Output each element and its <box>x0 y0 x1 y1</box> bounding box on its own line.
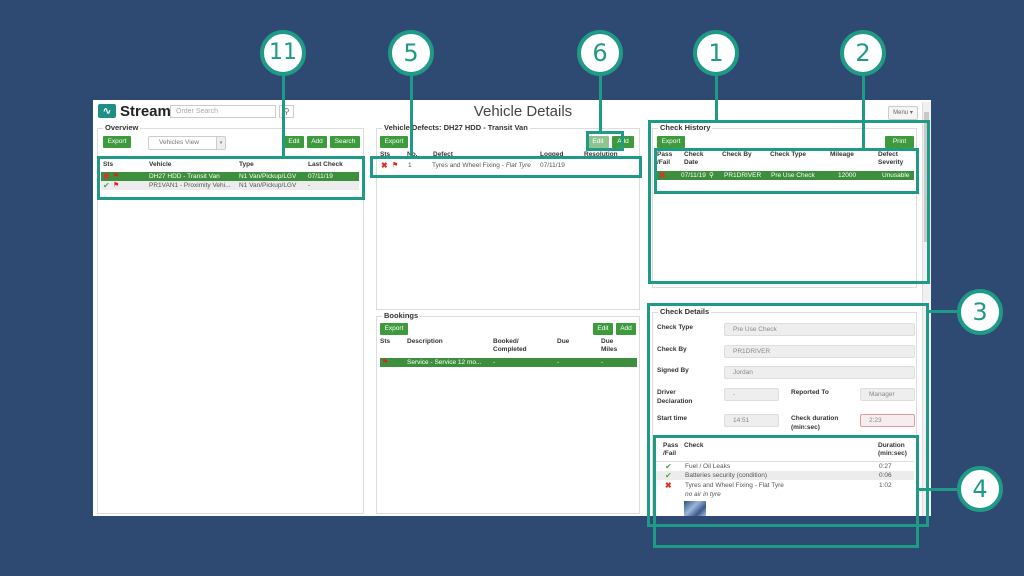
due-cell: - <box>557 359 560 366</box>
col-sts: Sts <box>380 338 391 345</box>
bookings-panel: Bookings Export Edit Add Sts Description… <box>376 311 640 514</box>
annotation-line-3 <box>929 310 959 313</box>
view-select-value: Vehicles View <box>159 139 199 146</box>
booked-cell: - <box>493 359 496 366</box>
page-title: Vehicle Details <box>473 103 573 120</box>
annotation-line-1 <box>715 76 718 122</box>
bookings-title: Bookings <box>382 311 421 320</box>
logo[interactable]: ∿ Stream <box>98 102 171 120</box>
order-search-input[interactable]: Order Search <box>170 105 276 118</box>
annotation-box-4 <box>653 435 919 548</box>
export-button[interactable]: Export <box>380 323 408 335</box>
annotation-box-1 <box>648 120 930 284</box>
due-miles-cell: - <box>601 359 604 366</box>
flag-icon: ⚑ <box>382 359 389 366</box>
logo-text: Stream <box>120 102 171 120</box>
annotation-badge-2: 2 <box>840 30 886 76</box>
col-booked: Booked/ Completed <box>493 338 527 353</box>
annotation-badge-5: 5 <box>388 30 434 76</box>
annotation-badge-4: 4 <box>957 466 1003 512</box>
annotation-badge-1: 1 <box>693 30 739 76</box>
col-due: Due <box>557 338 570 345</box>
vehicle-defects-title: Vehicle Defects: DH27 HDD - Transit Van <box>382 123 530 132</box>
search-button[interactable]: Search <box>330 136 360 148</box>
top-bar: ∿ Stream Order Search ⚲ Vehicle Details … <box>93 100 931 122</box>
export-button[interactable]: Export <box>380 136 408 148</box>
annotation-line-6 <box>599 76 602 133</box>
annotation-line-4 <box>919 488 959 491</box>
description-cell: Service - Service 12 mo... <box>407 359 482 366</box>
edit-button[interactable]: Edit <box>284 136 304 148</box>
annotation-badge-6: 6 <box>577 30 623 76</box>
edit-button[interactable]: Edit <box>593 323 613 335</box>
annotation-box-6 <box>586 131 624 151</box>
add-button[interactable]: Add <box>616 323 636 335</box>
annotation-box-11 <box>97 156 365 200</box>
annotation-badge-3: 3 <box>957 289 1003 335</box>
annotation-line-2 <box>862 76 865 150</box>
annotation-line-11 <box>282 76 285 158</box>
annotation-box-2 <box>654 148 919 194</box>
table-row[interactable]: ⚑ Service - Service 12 mo... - - - <box>380 358 637 367</box>
view-select[interactable]: Vehicles View ▾ <box>148 136 226 150</box>
annotation-badge-11: 11 <box>260 30 306 76</box>
add-button[interactable]: Add <box>307 136 327 148</box>
annotation-box-5 <box>370 156 642 178</box>
menu-button[interactable]: Menu ▾ <box>888 106 918 120</box>
overview-title: Overview <box>103 123 141 132</box>
stream-logo-icon: ∿ <box>98 104 116 118</box>
chevron-down-icon: ▾ <box>216 137 225 149</box>
col-description: Description <box>407 338 443 345</box>
export-button[interactable]: Export <box>103 136 131 148</box>
annotation-line-5 <box>410 76 413 158</box>
col-due-miles: Due Miles <box>601 338 618 353</box>
